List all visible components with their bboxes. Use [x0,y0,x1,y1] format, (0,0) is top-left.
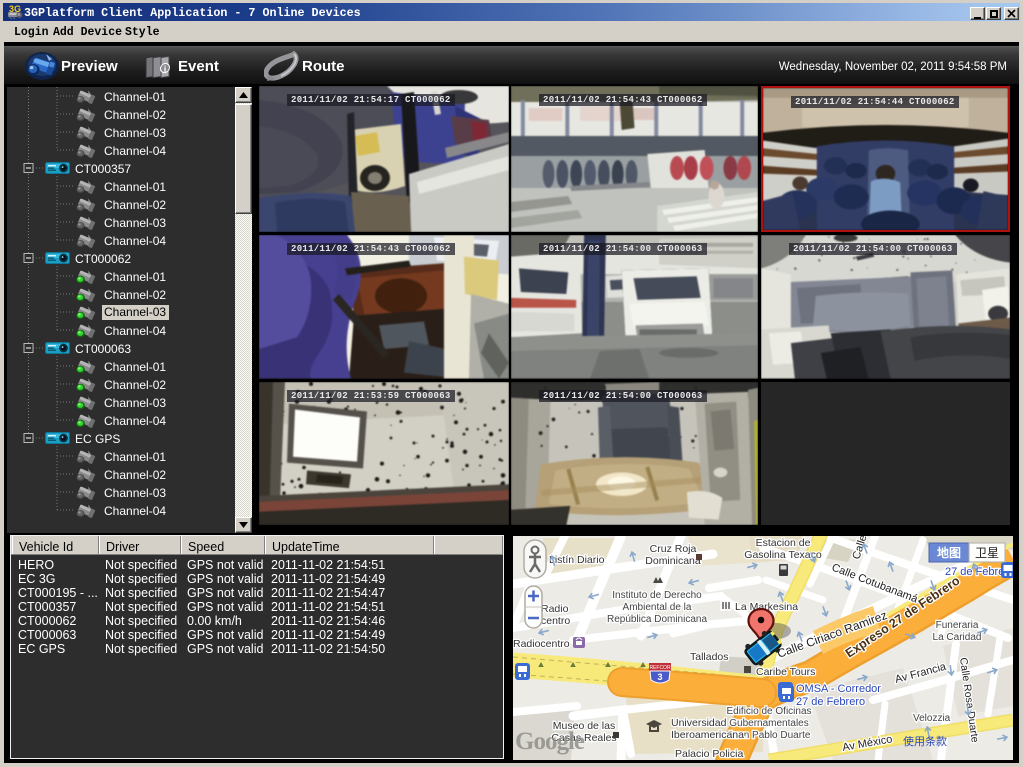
svg-text:Radiocentro: Radiocentro [513,638,570,650]
svg-text:Palacio Policia: Palacio Policia [675,748,743,760]
svg-text:OMSA - Corredor: OMSA - Corredor [796,683,881,695]
svg-text:Estacion de: Estacion de [756,537,811,549]
svg-text:República Dominicana: República Dominicana [607,614,707,625]
svg-text:La Caridad: La Caridad [933,632,982,643]
svg-text:卫星: 卫星 [975,546,999,560]
svg-text:Universidad: Universidad [671,717,727,729]
svg-text:Caribe Tours: Caribe Tours [756,666,815,678]
svg-text:Cruz Roja: Cruz Roja [650,543,697,555]
svg-text:Ambiental de la: Ambiental de la [623,602,692,613]
svg-text:Edificio de Oficinas: Edificio de Oficinas [726,706,811,717]
svg-text:Radio: Radio [541,603,569,615]
svg-text:Tallados: Tallados [690,651,729,663]
svg-text:使用条款: 使用条款 [903,734,947,748]
svg-text:Listín Diario: Listín Diario [549,554,605,566]
svg-text:Dominicana: Dominicana [645,555,701,567]
svg-text:REFCOR: REFCOR [649,665,671,671]
svg-text:Google: Google [515,728,585,755]
svg-text:centro: centro [541,615,570,627]
svg-text:Velozzia: Velozzia [913,713,951,724]
svg-text:地图: 地图 [937,545,961,560]
svg-text:Gubernamentales: Gubernamentales [729,718,809,729]
svg-text:3: 3 [657,672,662,682]
svg-text:Instituto de Derecho: Instituto de Derecho [612,590,702,601]
svg-text:Iberoamericana: Iberoamericana [671,729,744,741]
svg-text:Funeraria: Funeraria [936,620,979,631]
